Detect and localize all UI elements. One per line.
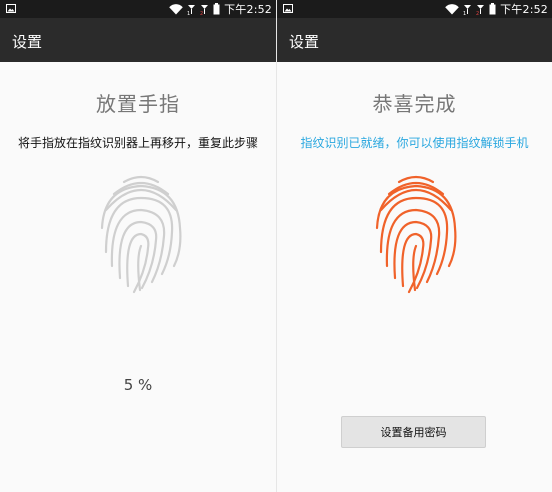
enroll-heading: 放置手指 xyxy=(96,92,180,116)
page-title: 设置 xyxy=(289,33,320,51)
right-screen: 1 2 下午2:52 设置 恭喜完成 指纹识别已就绪，你可以使用指纹解锁手机 设… xyxy=(276,0,552,492)
wifi-icon xyxy=(169,3,183,15)
clock: 下午2:52 xyxy=(500,3,548,16)
svg-text:2: 2 xyxy=(200,11,203,15)
set-backup-password-button[interactable]: 设置备用密码 xyxy=(341,416,486,448)
fingerprint-icon xyxy=(96,170,186,295)
svg-text:1: 1 xyxy=(187,11,190,15)
gallery-notification-icon xyxy=(6,4,16,13)
battery-icon xyxy=(489,3,496,15)
clock: 下午2:52 xyxy=(224,3,272,16)
fingerprint-icon xyxy=(371,170,461,295)
battery-icon xyxy=(213,3,220,15)
app-bar: 设置 xyxy=(0,18,276,62)
success-message: 指纹识别已就绪，你可以使用指纹解锁手机 xyxy=(300,136,529,150)
status-bar: 1 2 下午2:52 xyxy=(0,0,276,18)
app-bar: 设置 xyxy=(277,18,552,62)
svg-text:2: 2 xyxy=(476,11,479,15)
signal-sim2-icon: 2 xyxy=(476,4,485,15)
page-title: 设置 xyxy=(12,33,43,51)
progress-text: 5 % xyxy=(123,376,153,394)
status-bar: 1 2 下午2:52 xyxy=(277,0,552,18)
enroll-instruction: 将手指放在指纹识别器上再移开，重复此步骤 xyxy=(17,136,258,150)
signal-sim1-icon: 1 xyxy=(463,4,472,15)
success-heading: 恭喜完成 xyxy=(372,92,457,116)
wifi-icon xyxy=(445,3,459,15)
gallery-notification-icon xyxy=(283,4,293,13)
signal-sim1-icon: 1 xyxy=(187,4,196,15)
left-screen: 1 2 下午2:52 设置 放置手指 将手指放在指纹识别器上再移开，重复此步骤 xyxy=(0,0,276,492)
signal-sim2-icon: 2 xyxy=(200,4,209,15)
svg-text:1: 1 xyxy=(463,11,466,15)
